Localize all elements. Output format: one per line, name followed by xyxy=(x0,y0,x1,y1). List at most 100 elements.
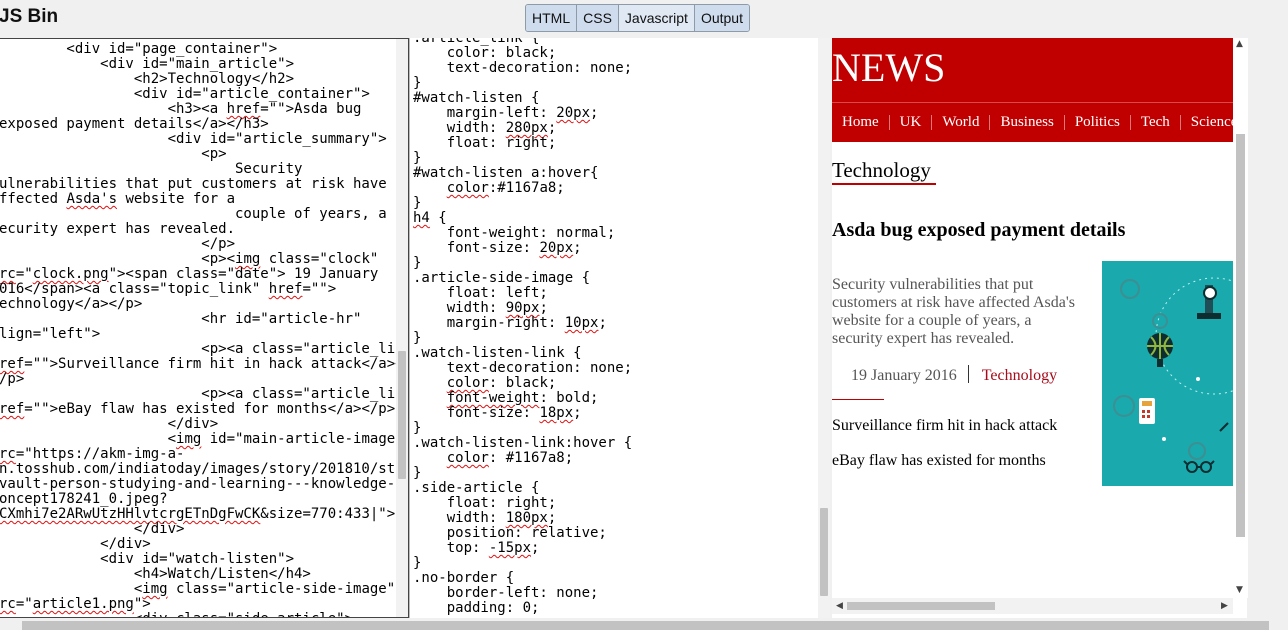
arrow-up-icon[interactable]: ▲ xyxy=(1236,40,1243,49)
html-code-line: rc="article1.png"> xyxy=(0,596,151,612)
nav-tech[interactable]: Tech xyxy=(1131,115,1181,130)
html-code-line: </div> xyxy=(0,416,219,432)
css-editor-scroll-thumb[interactable] xyxy=(820,508,828,596)
css-code-line: position: relative; xyxy=(413,525,607,541)
code-token: font-weight: normal; xyxy=(413,225,616,241)
css-code-line: font-weight: normal; xyxy=(413,225,616,241)
code-token: position: relative; xyxy=(413,525,607,541)
nav-home[interactable]: Home xyxy=(832,115,890,130)
nav-world[interactable]: World xyxy=(932,115,991,130)
css-code-line: } xyxy=(413,465,421,481)
css-editor-panel[interactable]: .article_link { color: black; text-decor… xyxy=(409,38,830,618)
code-token: ; xyxy=(531,540,540,556)
code-token: : bold; xyxy=(539,390,599,406)
css-code-line: top: -15px; xyxy=(413,540,540,556)
output-horizontal-scrollbar[interactable]: ◀ ▶ xyxy=(832,598,1233,614)
output-scroll-thumb[interactable] xyxy=(1236,134,1245,537)
html-code-line: echnology</a></p> xyxy=(0,296,142,312)
code-token: padding: 0; xyxy=(413,600,540,616)
toggle-output[interactable]: Output xyxy=(694,5,749,31)
article-title-link[interactable]: Asda bug exposed payment details xyxy=(832,218,1125,242)
code-token: </div> xyxy=(0,536,151,552)
bottom-scrollbar[interactable] xyxy=(0,618,1288,630)
output-vertical-scrollbar[interactable]: ▲ ▼ xyxy=(1233,38,1248,598)
html-code-line: <div class="side-article"> xyxy=(0,611,353,618)
topic-link[interactable]: Technology xyxy=(982,367,1057,384)
html-code-line: ffected Asda's website for a xyxy=(0,191,235,207)
nav-politics[interactable]: Politics xyxy=(1065,115,1131,130)
html-code-line: <div id="article_summary"> xyxy=(0,131,387,147)
code-token: color xyxy=(446,375,489,391)
code-token: lign="left"> xyxy=(0,326,101,342)
toggle-css[interactable]: CSS xyxy=(577,5,619,31)
code-token: 180px xyxy=(505,510,548,526)
html-code-line: </div> xyxy=(0,521,185,537)
code-token: =" xyxy=(15,596,33,612)
code-token: width: xyxy=(413,300,506,316)
app-title[interactable]: JS Bin xyxy=(0,6,58,28)
code-token: < xyxy=(0,431,177,447)
arrow-right-icon[interactable]: ▶ xyxy=(1221,602,1228,611)
code-token: &size=770:433|"> xyxy=(260,506,396,522)
html-code-line: couple of years, a xyxy=(0,206,387,222)
code-token: ; xyxy=(547,120,557,136)
code-token: ; xyxy=(547,510,557,526)
nav-science[interactable]: Science xyxy=(1181,115,1233,130)
toggle-html[interactable]: HTML xyxy=(526,5,578,31)
html-code-editor[interactable]: <div id="page_container"> <div id="main_… xyxy=(0,42,408,618)
css-code-line: } xyxy=(413,195,421,211)
code-token: rc xyxy=(0,266,16,282)
code-token: "><span class="date"> 19 January xyxy=(108,266,379,282)
css-code-line: color:#1167a8; xyxy=(413,180,565,196)
bottom-scroll-thumb[interactable] xyxy=(22,621,1269,630)
nav-business[interactable]: Business xyxy=(990,115,1065,130)
code-token: img xyxy=(235,251,261,267)
html-editor-scroll-thumb[interactable] xyxy=(398,351,406,479)
code-token: 20px xyxy=(556,105,591,121)
css-code-line: padding: 0; xyxy=(413,600,540,616)
article-link-surveillance[interactable]: Surveillance firm hit in hack attack xyxy=(832,417,1057,435)
output-horizontal-thumb[interactable] xyxy=(847,602,995,610)
css-code-line: float: right; xyxy=(413,495,557,511)
code-token: class="article-side-image" xyxy=(167,581,396,597)
code-token: { xyxy=(429,210,447,226)
code-token: } xyxy=(413,555,422,571)
code-token: margin-left: xyxy=(413,105,557,121)
html-code-line: ulnerabilities that put customers at ris… xyxy=(0,176,387,192)
html-code-line: ecurity expert has revealed. xyxy=(0,221,235,237)
code-token: vault-person-studying-and-learning---kno… xyxy=(0,476,396,492)
nav-uk[interactable]: UK xyxy=(890,115,933,130)
code-token: </p> xyxy=(0,236,236,252)
article-link-ebay[interactable]: eBay flaw has existed for months xyxy=(832,452,1046,470)
html-editor-panel[interactable]: <div id="page_container"> <div id="main_… xyxy=(0,38,409,618)
css-editor-scrollbar[interactable] xyxy=(818,38,830,618)
html-code-line: <h4>Watch/Listen</h4> xyxy=(0,566,311,582)
css-code-line: h4 { xyxy=(413,210,447,226)
css-code-line: .article-side-image { xyxy=(413,270,590,286)
code-token: img xyxy=(142,581,168,597)
css-code-line: width: 280px; xyxy=(413,120,557,136)
arrow-down-icon[interactable]: ▼ xyxy=(1236,586,1243,595)
code-token: .watch-listen-link:hover { xyxy=(413,435,633,451)
css-code-editor[interactable]: .article_link { color: black; text-decor… xyxy=(413,38,632,616)
html-code-line: oncept178241_0.jpeg? xyxy=(0,491,168,507)
toggle-javascript[interactable]: Javascript xyxy=(619,5,695,31)
code-token: /p> xyxy=(0,371,25,387)
code-token: width: xyxy=(413,510,506,526)
html-code-line: vault-person-studying-and-learning---kno… xyxy=(0,476,395,492)
css-code-line: text-decoration: none; xyxy=(413,360,632,376)
code-token: echnology</a></p> xyxy=(0,296,143,312)
meta-divider xyxy=(967,365,969,383)
html-code-line: <img class="article-side-image" xyxy=(0,581,395,597)
html-code-line: /p> xyxy=(0,371,24,387)
code-token: text-decoration: none; xyxy=(413,60,633,76)
html-code-line: rc="https://akm-img-a- xyxy=(0,446,184,462)
code-token: couple of years, a xyxy=(0,206,387,222)
html-editor-scrollbar[interactable] xyxy=(396,39,408,617)
css-code-line: font-size: 18px; xyxy=(413,405,582,421)
code-token: 20px xyxy=(539,240,574,256)
arrow-left-icon[interactable]: ◀ xyxy=(836,602,843,611)
article-date: 19 January 2016 xyxy=(851,367,957,384)
html-code-line: <div id="article_container"> xyxy=(0,86,370,102)
